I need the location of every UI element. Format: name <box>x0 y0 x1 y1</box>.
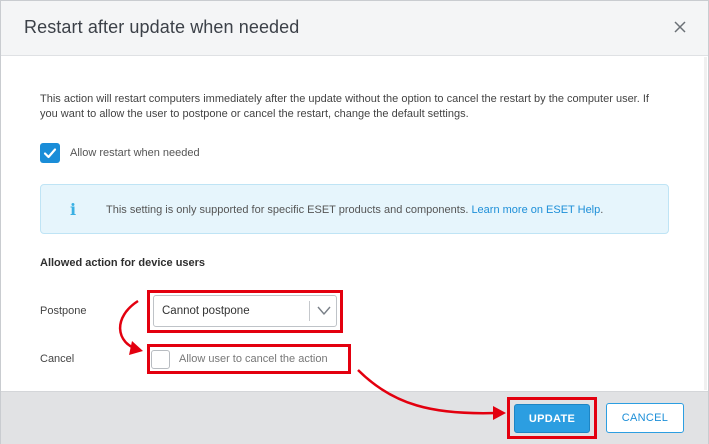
info-icon: i <box>70 200 77 219</box>
section-heading: Allowed action for device users <box>40 257 206 269</box>
dialog-title: Restart after update when needed <box>24 17 300 37</box>
highlight-box-postpone <box>147 290 343 333</box>
dialog-footer <box>1 391 708 444</box>
allow-restart-checkbox[interactable] <box>40 143 60 163</box>
info-message: This setting is only supported for speci… <box>106 204 469 216</box>
arrow-postpone-to-cancel <box>118 299 140 352</box>
allow-restart-label: Allow restart when needed <box>70 147 200 159</box>
arrowhead-cancel-icon <box>129 341 143 355</box>
postpone-label: Postpone <box>40 305 87 317</box>
cancel-button[interactable]: CANCEL <box>606 403 684 433</box>
cancel-label: Cancel <box>40 353 75 365</box>
dialog-header: Restart after update when needed <box>1 1 708 56</box>
scrollbar[interactable] <box>704 57 707 390</box>
info-box: i This setting is only supported for spe… <box>40 184 669 234</box>
allow-restart-row: Allow restart when needed <box>40 142 200 164</box>
info-link-suffix: . <box>600 204 604 216</box>
highlight-box-cancel <box>147 344 351 374</box>
close-icon[interactable] <box>670 17 690 37</box>
eset-help-link[interactable]: Learn more on ESET Help <box>471 204 600 216</box>
description-text: This action will restart computers immed… <box>40 93 649 120</box>
info-text: This setting is only supported for speci… <box>106 204 603 216</box>
highlight-box-update <box>507 397 597 439</box>
restart-dialog: Restart after update when needed This ac… <box>0 0 709 444</box>
checkmark-icon <box>43 148 57 159</box>
